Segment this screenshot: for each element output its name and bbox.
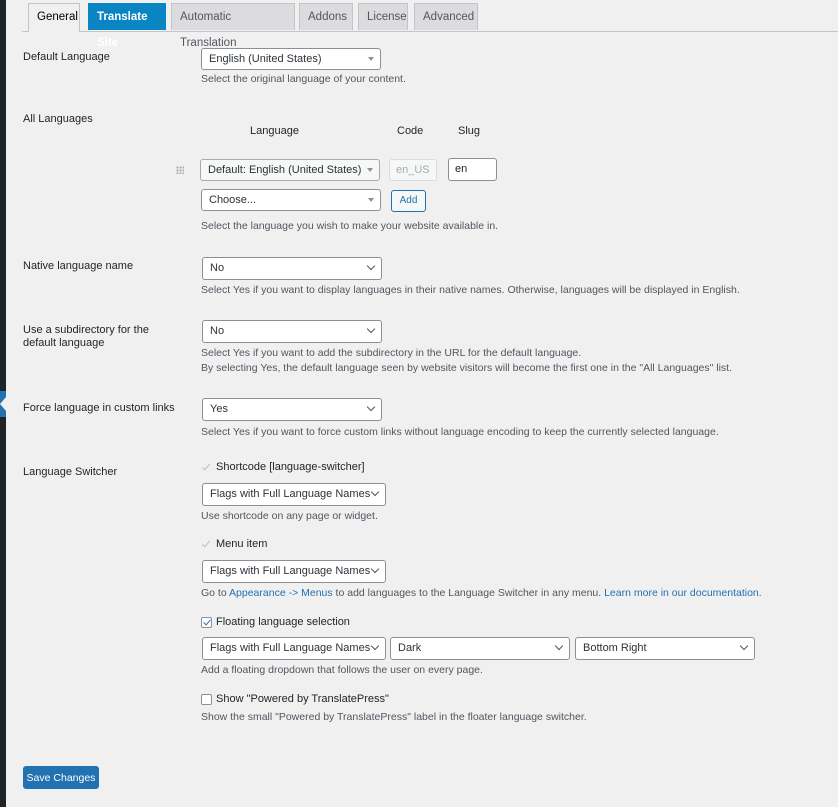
default-language-description: Select the original language of your con… [201,73,406,85]
save-changes-button[interactable]: Save Changes [23,766,99,789]
language-switcher-label: Language Switcher [23,466,118,478]
shortcode-style-value: Flags with Full Language Names [210,488,371,500]
menu-desc-middle: to add languages to the Language Switche… [332,587,605,599]
native-name-value: No [210,262,225,274]
documentation-link[interactable]: Learn more in our documentation. [604,587,762,599]
floating-theme-select[interactable]: Dark [390,637,570,660]
drag-handle-icon[interactable] [176,166,184,174]
floating-description: Add a floating dropdown that follows the… [201,664,483,676]
column-header-code: Code [397,125,424,137]
native-name-description: Select Yes if you want to display langua… [201,284,740,296]
force-language-value: Yes [210,403,228,415]
language-slug-input[interactable]: en [448,158,497,181]
subdirectory-select[interactable]: No [202,320,382,343]
force-language-label: Force language in custom links [23,402,175,414]
admin-sidebar [0,0,6,807]
floating-label: Floating language selection [216,616,350,628]
floating-style-value: Flags with Full Language Names [210,642,371,654]
choose-language-placeholder: Choose... [209,194,257,206]
native-name-select[interactable]: No [202,257,382,280]
checkmark-icon[interactable] [201,539,212,550]
settings-tabs: General Translate Site Automatic Transla… [22,3,838,49]
tab-automatic-translation[interactable]: Automatic Translation [171,3,295,49]
force-language-description: Select Yes if you want to force custom l… [201,426,719,438]
all-languages-description: Select the language you wish to make you… [201,220,499,232]
floating-position-select[interactable]: Bottom Right [575,637,755,660]
floating-position-value: Bottom Right [583,642,647,654]
native-name-label: Native language name [23,260,134,272]
subdirectory-label-line2: default language [23,337,105,349]
tab-license[interactable]: License [358,3,408,30]
shortcode-description: Use shortcode on any page or widget. [201,510,378,522]
menu-item-style-value: Flags with Full Language Names [210,565,371,577]
subdirectory-label-line1: Use a subdirectory for the [23,324,149,336]
all-languages-label: All Languages [23,113,93,125]
subdirectory-description-line1: Select Yes if you want to add the subdir… [201,347,582,359]
appearance-menus-link[interactable]: Appearance -> Menus [229,587,333,599]
dropdown-arrow-icon [368,198,374,202]
chevron-down-icon [366,261,376,271]
default-language-select[interactable]: English (United States) [201,48,381,70]
menu-item-style-select[interactable]: Flags with Full Language Names [202,560,386,583]
language-code-input: en_US [389,159,437,181]
tab-advanced[interactable]: Advanced [414,3,478,30]
language-row-select: Default: English (United States) [200,159,380,181]
dropdown-arrow-icon [368,57,374,61]
language-row-value: Default: English (United States) [208,164,362,176]
menu-desc-prefix: Go to [201,587,230,599]
tab-general[interactable]: General [28,3,80,32]
shortcode-style-select[interactable]: Flags with Full Language Names [202,483,386,506]
chevron-down-icon [366,324,376,334]
subdirectory-label: Use a subdirectory for the default langu… [23,324,149,350]
chevron-down-icon [370,564,380,574]
add-language-button[interactable]: Add [391,190,426,212]
default-language-value: English (United States) [209,53,322,65]
chevron-down-icon [366,402,376,412]
floating-style-select[interactable]: Flags with Full Language Names [202,637,386,660]
subdirectory-value: No [210,325,225,337]
floating-checkbox[interactable] [201,617,212,628]
current-menu-arrow-icon [0,397,6,411]
chevron-down-icon [739,641,749,651]
floating-theme-value: Dark [398,642,422,654]
choose-language-select[interactable]: Choose... [201,189,381,211]
powered-by-checkbox[interactable] [201,694,212,705]
chevron-down-icon [554,641,564,651]
column-header-language: Language [250,125,299,137]
dropdown-arrow-icon [367,168,373,172]
subdirectory-description-line2: By selecting Yes, the default language s… [201,362,733,374]
tab-addons[interactable]: Addons [299,3,353,30]
powered-by-label: Show "Powered by TranslatePress" [216,693,389,705]
menu-item-description: Go to Appearance -> Menus to add languag… [201,586,762,601]
default-language-label: Default Language [23,51,110,63]
chevron-down-icon [370,487,380,497]
powered-by-description: Show the small "Powered by TranslatePres… [201,711,587,723]
column-header-slug: Slug [458,125,481,137]
tab-translate-site[interactable]: Translate Site [88,3,166,49]
subdirectory-description: Select Yes if you want to add the subdir… [201,346,732,376]
checkmark-icon[interactable] [201,462,212,473]
chevron-down-icon [370,641,380,651]
shortcode-label: Shortcode [language-switcher] [216,461,365,473]
force-language-select[interactable]: Yes [202,398,382,421]
menu-item-label: Menu item [216,538,268,550]
